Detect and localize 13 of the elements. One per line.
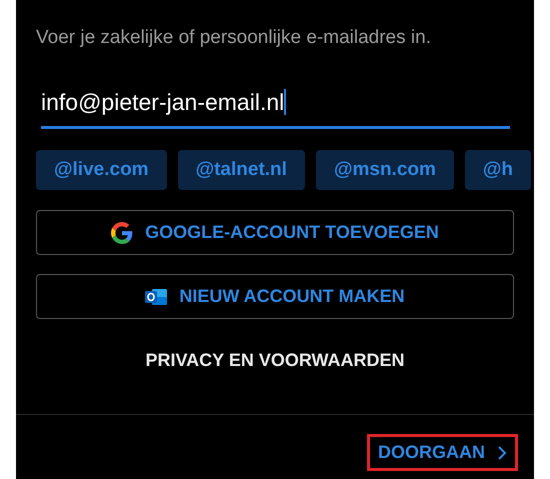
domain-suggestion-chip[interactable]: @h [464, 150, 532, 190]
new-account-button[interactable]: NIEUW ACCOUNT MAKEN [36, 274, 514, 319]
domain-suggestion-chip[interactable]: @msn.com [316, 150, 454, 190]
continue-button[interactable]: DOORGAAN [367, 434, 518, 471]
domain-suggestion-chip[interactable]: @live.com [36, 150, 167, 190]
privacy-link[interactable]: PRIVACY EN VOORWAARDEN [145, 347, 405, 374]
outlook-logo-icon [145, 286, 168, 306]
chevron-right-icon [497, 444, 507, 460]
domain-suggestion-chip[interactable]: @talnet.nl [178, 150, 305, 190]
google-account-button[interactable]: GOOGLE-ACCOUNT TOEVOEGEN [36, 210, 514, 255]
instruction-text: Voer je zakelijke of persoonlijke e-mailadres in. [36, 26, 431, 50]
google-logo-icon [111, 222, 134, 244]
email-field[interactable]: info@pieter-jan-email.nl [41, 88, 510, 129]
